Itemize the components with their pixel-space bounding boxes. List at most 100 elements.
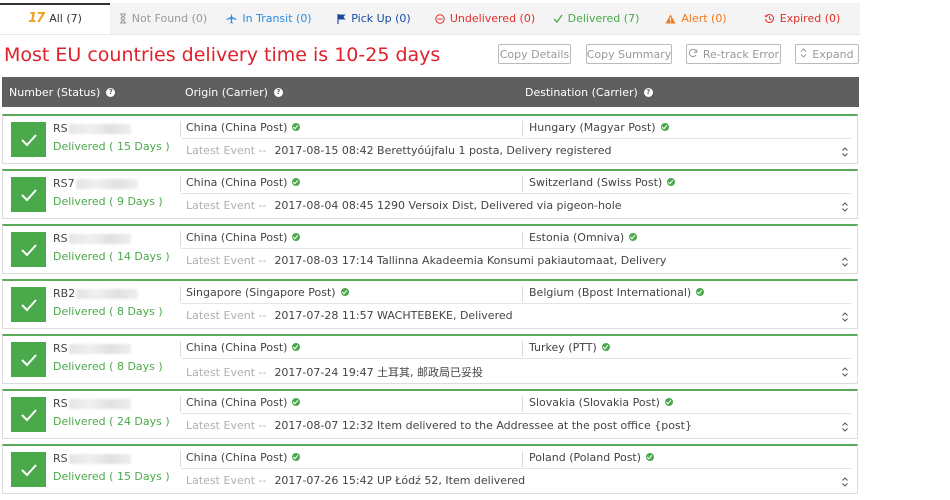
latest-event-text: 2017-07-24 19:47 土耳其, 邮政局已妥投 [274, 366, 484, 379]
header-origin: Origin (Carrier) ? [185, 77, 283, 107]
expand-button[interactable]: Expand [795, 44, 859, 64]
hourglass-icon [119, 13, 127, 24]
table-row[interactable]: RB2 Delivered ( 8 Days ) Singapore (Singap… [2, 279, 858, 329]
redacted-number [68, 399, 131, 409]
verified-check-icon [292, 178, 301, 186]
latest-event-text: 2017-08-03 17:14 Tallinna Akadeemia Kons… [274, 254, 667, 267]
tab-expired-label: Expired (0) [779, 12, 841, 25]
column-divider [180, 341, 181, 357]
verified-check-icon [667, 178, 676, 186]
verified-check-icon [292, 343, 301, 351]
tab-pick-up[interactable]: Pick Up (0) [322, 3, 426, 34]
redacted-number [75, 179, 138, 189]
latest-event: Latest Event -- 2017-07-26 15:42 UP Łódź … [186, 474, 525, 487]
origin-carrier: China (China Post) [186, 231, 301, 244]
verified-check-icon [629, 233, 638, 241]
copy-summary-button[interactable]: Copy Summary [586, 44, 672, 64]
tab-all-label: All (7) [49, 12, 82, 25]
tracking-number[interactable]: RS [53, 452, 163, 465]
table-row[interactable]: RS Delivered ( 15 Days ) China (China Post… [2, 444, 858, 494]
latest-event-label: Latest Event -- [186, 419, 267, 432]
tracking-number[interactable]: RS [53, 122, 163, 135]
copy-details-button[interactable]: Copy Details [498, 44, 571, 64]
expand-row-icon[interactable] [841, 256, 849, 268]
origin-label: China (China Post) [186, 121, 288, 134]
verified-check-icon [660, 123, 669, 131]
latest-event: Latest Event -- 2017-07-24 19:47 土耳其, 邮政局… [186, 364, 483, 380]
delivered-check-icon [11, 452, 46, 487]
copy-details-label: Copy Details [499, 47, 570, 61]
column-divider [180, 286, 181, 302]
tracking-number-prefix: RS [53, 122, 68, 135]
row-divider [181, 358, 851, 359]
tracking-number[interactable]: RS [53, 342, 163, 355]
row-divider [181, 468, 851, 469]
table-row[interactable]: RS Delivered ( 15 Days ) China (China Post… [2, 114, 858, 164]
tracking-number-prefix: RS [53, 452, 68, 465]
latest-event-text: 2017-07-26 15:42 UP Łódź 52, Item delive… [274, 474, 526, 487]
verified-check-icon [696, 288, 705, 296]
expand-row-icon[interactable] [841, 366, 849, 378]
table-row[interactable]: RS Delivered ( 14 Days ) China (China Post… [2, 224, 858, 274]
latest-event: Latest Event -- 2017-08-07 12:32 Item del… [186, 419, 692, 432]
redacted-number [68, 234, 131, 244]
origin-label: China (China Post) [186, 396, 288, 409]
tracking-number[interactable]: RS7 [53, 177, 163, 190]
verified-check-icon [664, 398, 673, 406]
destination-label: Hungary (Magyar Post) [529, 121, 656, 134]
tab-expired[interactable]: Expired (0) [744, 3, 860, 34]
row-divider [181, 193, 851, 194]
latest-event-text: 2017-07-28 11:57 WACHTEBEKE, Delivered [274, 309, 513, 322]
tab-undelivered-label: Undelivered (0) [449, 12, 536, 25]
tab-undelivered[interactable]: Undelivered (0) [426, 3, 544, 34]
help-icon[interactable]: ? [106, 87, 116, 97]
destination-carrier: Turkey (PTT) [529, 341, 610, 354]
expand-label: Expand [812, 47, 854, 61]
status-tabs: 17 All (7) Not Found (0) In Transit (0) … [0, 3, 860, 35]
tab-alert[interactable]: Alert (0) [648, 3, 744, 34]
warning-triangle-icon [665, 14, 676, 24]
tracking-number[interactable]: RS [53, 397, 163, 410]
table-row[interactable]: RS Delivered ( 8 Days ) China (China Post)… [2, 334, 858, 384]
origin-carrier: China (China Post) [186, 341, 301, 354]
help-icon[interactable]: ? [643, 87, 653, 97]
flag-icon [337, 13, 346, 24]
tracking-number[interactable]: RS [53, 232, 163, 245]
expand-row-icon[interactable] [841, 421, 849, 433]
latest-event-label: Latest Event -- [186, 199, 267, 212]
redacted-number [68, 454, 131, 464]
expand-row-icon[interactable] [841, 201, 849, 213]
column-divider [522, 231, 523, 247]
delivery-time-notice: Most EU countries delivery time is 10-25… [4, 44, 441, 66]
latest-event-text: 2017-08-15 08:42 Berettyóújfalu 1 posta,… [274, 144, 612, 157]
column-divider [522, 176, 523, 192]
tab-not-found[interactable]: Not Found (0) [110, 3, 216, 34]
column-divider [180, 176, 181, 192]
table-row[interactable]: RS Delivered ( 24 Days ) China (China Post… [2, 389, 858, 439]
verified-check-icon [601, 343, 610, 351]
latest-event-label: Latest Event -- [186, 309, 267, 322]
expand-row-icon[interactable] [841, 311, 849, 323]
destination-carrier: Switzerland (Swiss Post) [529, 176, 676, 189]
retrack-error-button[interactable]: Re-track Error [686, 44, 781, 64]
verified-check-icon [292, 398, 301, 406]
help-icon[interactable]: ? [273, 87, 283, 97]
destination-label: Slovakia (Slovakia Post) [529, 396, 660, 409]
expand-row-icon[interactable] [841, 476, 849, 488]
tracking-number[interactable]: RB2 [53, 287, 163, 300]
expand-row-icon[interactable] [841, 146, 849, 158]
destination-label: Switzerland (Swiss Post) [529, 176, 663, 189]
redacted-number [76, 289, 139, 299]
tab-in-transit[interactable]: In Transit (0) [216, 3, 322, 34]
latest-event-label: Latest Event -- [186, 474, 267, 487]
tab-all[interactable]: 17 All (7) [0, 3, 110, 34]
tracking-number-prefix: RS [53, 397, 68, 410]
destination-label: Poland (Poland Post) [529, 451, 642, 464]
tab-delivered[interactable]: Delivered (7) [544, 3, 648, 34]
table-row[interactable]: RS7 Delivered ( 9 Days ) China (China Post… [2, 169, 858, 219]
destination-label: Belgium (Bpost International) [529, 286, 692, 299]
latest-event: Latest Event -- 2017-08-04 08:45 1290 Ver… [186, 199, 622, 212]
column-divider [180, 451, 181, 467]
destination-label: Turkey (PTT) [529, 341, 597, 354]
status-text: Delivered ( 8 Days ) [53, 360, 163, 373]
